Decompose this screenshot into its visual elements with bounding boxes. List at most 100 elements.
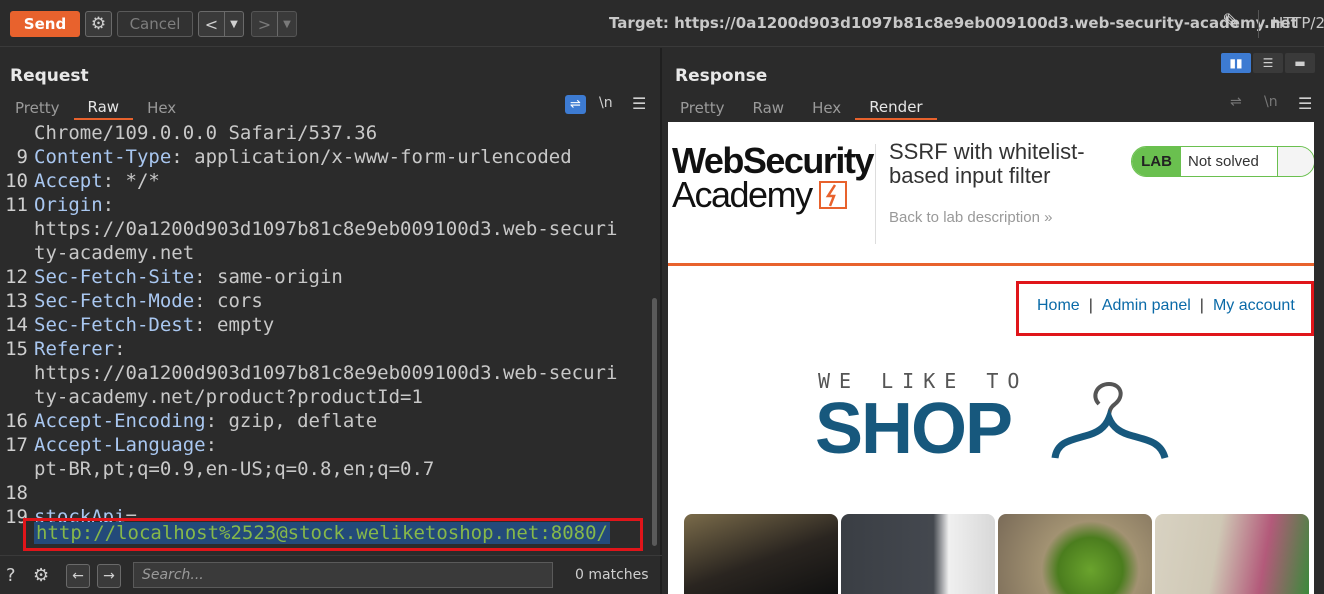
header-name: Sec-Fetch-Site	[34, 266, 195, 288]
product-photo-row	[684, 514, 1314, 594]
header-name: Sec-Fetch-Dest	[34, 314, 195, 336]
header-divider	[875, 144, 876, 244]
search-settings-gear-icon[interactable]: ⚙	[33, 565, 49, 586]
header-rule	[668, 263, 1314, 266]
header-name: Accept-Encoding	[34, 410, 206, 432]
line-content: ty-academy.net	[34, 242, 194, 264]
lab-status: Not solved	[1181, 147, 1278, 176]
line-number: 16	[5, 410, 28, 432]
target-url: Target: https://0a1200d903d1097b81c8e9eb…	[609, 14, 1298, 32]
menu-icon[interactable]: ☰	[632, 94, 646, 113]
back-to-lab-link[interactable]: Back to lab description »	[889, 209, 1052, 226]
next-match-arrow-icon[interactable]: →	[97, 564, 121, 588]
header-value: : cors	[194, 290, 263, 312]
line-number: 9	[16, 146, 28, 168]
tab-render[interactable]: Render	[855, 96, 937, 120]
http-version[interactable]: HTTP/2	[1272, 14, 1324, 32]
line-number: 15	[5, 338, 28, 360]
header-name: Accept	[34, 170, 103, 192]
send-button[interactable]: Send	[10, 11, 80, 37]
line-content: Referer:	[34, 338, 126, 360]
line-number: 14	[5, 314, 28, 336]
back-arrow-icon[interactable]: <	[199, 12, 225, 36]
tab-pretty[interactable]: Pretty	[1, 96, 74, 120]
stock-api-value[interactable]: http://localhost%2523@stock.weliketoshop…	[34, 522, 610, 544]
help-icon[interactable]: ?	[6, 565, 16, 586]
line-content: Sec-Fetch-Dest: empty	[34, 314, 274, 336]
edit-target-pencil-icon[interactable]: ✎	[1222, 10, 1240, 35]
line-content: Accept-Encoding: gzip, deflate	[34, 410, 377, 432]
line-number: 10	[5, 170, 28, 192]
header-value: https://0a1200d903d1097b81c8e9eb009100d3…	[34, 362, 618, 384]
editor-scrollbar[interactable]	[652, 298, 657, 546]
line-number: 12	[5, 266, 28, 288]
product-image[interactable]	[684, 514, 838, 594]
line-number: 18	[5, 482, 28, 504]
tab-hex[interactable]: Hex	[798, 96, 855, 120]
lab-title: SSRF with whitelist-based input filter	[889, 139, 1085, 188]
line-content: https://0a1200d903d1097b81c8e9eb009100d3…	[34, 218, 617, 240]
newline-toggle-icon[interactable]: \n	[1264, 94, 1278, 110]
line-content: Accept: */*	[34, 170, 160, 192]
header-name: Content-Type	[34, 146, 172, 168]
tab-raw[interactable]: Raw	[73, 96, 134, 120]
header-value: pt-BR,pt;q=0.9,en-US;q=0.8,en;q=0.7	[34, 458, 435, 480]
header-value: :	[114, 338, 126, 360]
forward-nav-group[interactable]: > ▼	[251, 11, 297, 37]
header-value: : same-origin	[194, 266, 343, 288]
line-number: 13	[5, 290, 28, 312]
header-name: Sec-Fetch-Mode	[34, 290, 195, 312]
line-content: pt-BR,pt;q=0.9,en-US;q=0.8,en;q=0.7	[34, 458, 434, 480]
previous-match-arrow-icon[interactable]: ←	[66, 564, 90, 588]
line-content: Sec-Fetch-Mode: cors	[34, 290, 263, 312]
response-title: Response	[675, 66, 768, 86]
request-editor[interactable]: Chrome/109.0.0.0 Safari/537.36 9 Content-T…	[0, 122, 650, 550]
tab-raw[interactable]: Raw	[739, 96, 799, 120]
nav-separator: |	[1199, 297, 1204, 314]
response-panel: Response ▮▮ ☰ ▬ Pretty Raw Hex Render ⇌ …	[664, 48, 1324, 594]
layout-stacked-icon[interactable]: ☰	[1253, 53, 1283, 73]
tab-pretty[interactable]: Pretty	[666, 96, 739, 120]
forward-arrow-icon[interactable]: >	[252, 12, 278, 36]
newline-toggle-icon[interactable]: \n	[599, 95, 613, 111]
nav-home-link[interactable]: Home	[1037, 297, 1080, 314]
header-value: https://0a1200d903d1097b81c8e9eb009100d3…	[34, 218, 618, 240]
badge-end-cap	[1278, 147, 1314, 176]
line-number: 11	[5, 194, 28, 216]
forward-dropdown-icon[interactable]: ▼	[278, 12, 296, 36]
header-value: : gzip, deflate	[205, 410, 378, 432]
logo-bolt-icon	[819, 181, 847, 209]
logo-websecurity: WebSecurity	[672, 140, 874, 181]
wrap-lines-icon[interactable]: ⇌	[565, 95, 586, 114]
header-value: : application/x-www-form-urlencoded	[171, 146, 572, 168]
nav-my-account-link[interactable]: My account	[1213, 297, 1295, 314]
header-name: Referer	[34, 338, 115, 360]
layout-single-icon[interactable]: ▬	[1285, 53, 1315, 73]
header-value: :	[102, 194, 115, 216]
back-to-lab-label[interactable]: Back to lab description	[889, 209, 1040, 226]
search-input[interactable]: Search...	[133, 562, 553, 588]
nav-admin-panel-link[interactable]: Admin panel	[1102, 297, 1191, 314]
cancel-button[interactable]: Cancel	[117, 11, 193, 37]
product-image[interactable]	[841, 514, 995, 594]
layout-switcher: ▮▮ ☰ ▬	[1221, 53, 1315, 73]
layout-split-icon[interactable]: ▮▮	[1221, 53, 1251, 73]
header-value: :	[205, 434, 218, 456]
line-number: 17	[5, 434, 28, 456]
toolbar-divider	[1258, 10, 1259, 38]
line-content: Chrome/109.0.0.0 Safari/537.36	[34, 122, 377, 144]
back-nav-group[interactable]: < ▼	[198, 11, 244, 37]
header-name: Origin	[34, 194, 103, 216]
double-chevron-icon: »	[1044, 209, 1053, 226]
product-image[interactable]	[998, 514, 1152, 594]
settings-gear-icon[interactable]: ⚙	[85, 11, 112, 37]
line-content: ty-academy.net/product?productId=1	[34, 386, 423, 408]
response-tabs: Pretty Raw Hex Render	[666, 96, 937, 120]
line-content: Sec-Fetch-Site: same-origin	[34, 266, 343, 288]
product-image[interactable]	[1155, 514, 1309, 594]
tab-hex[interactable]: Hex	[133, 96, 190, 120]
wrap-lines-icon[interactable]: ⇌	[1230, 94, 1242, 110]
back-dropdown-icon[interactable]: ▼	[225, 12, 243, 36]
header-value: ty-academy.net	[34, 242, 195, 264]
menu-icon[interactable]: ☰	[1298, 94, 1312, 113]
